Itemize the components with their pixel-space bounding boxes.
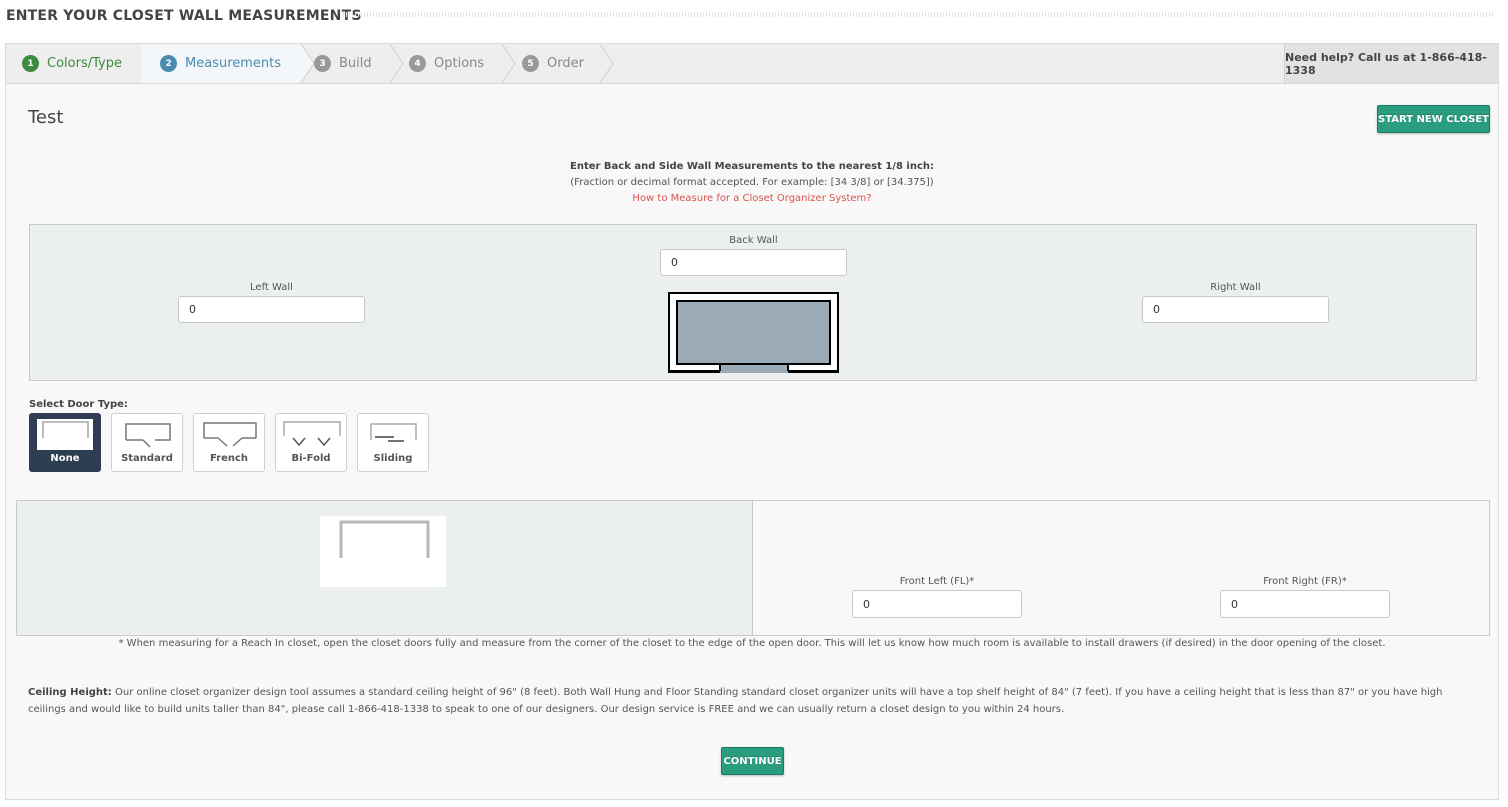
continue-button[interactable]: CONTINUE xyxy=(721,747,784,775)
door-option-label: Standard xyxy=(121,453,173,464)
back-wall-input[interactable] xyxy=(660,249,847,276)
closet-outline-icon xyxy=(339,520,430,558)
step-label: Measurements xyxy=(185,56,282,71)
door-option-label: None xyxy=(50,453,80,464)
closet-floorplan-icon xyxy=(668,292,839,373)
front-measurements-panel: Front Left (FL)* Front Right (FR)* xyxy=(16,500,1490,636)
step-label: Order xyxy=(547,56,584,71)
step-label: Build xyxy=(339,56,372,71)
chevron-right-icon xyxy=(600,44,614,83)
door-bifold-icon xyxy=(283,421,341,447)
wall-measurements-panel: Back Wall Left Wall Right Wall xyxy=(29,224,1477,381)
title-divider xyxy=(343,12,1494,17)
door-none-icon xyxy=(37,419,93,450)
step-options[interactable]: 4 Options xyxy=(409,44,484,83)
step-order[interactable]: 5 Order xyxy=(522,44,584,83)
door-option-label: Bi-Fold xyxy=(291,453,331,464)
door-option-label: French xyxy=(209,453,249,464)
front-right-input[interactable] xyxy=(1220,590,1390,618)
door-standard-icon xyxy=(125,423,171,448)
door-option-sliding[interactable]: Sliding xyxy=(357,413,429,472)
step-number: 3 xyxy=(314,55,331,72)
step-label: Colors/Type xyxy=(47,56,122,71)
door-option-french[interactable]: French xyxy=(193,413,265,472)
door-sliding-icon xyxy=(370,423,417,442)
door-preview-area xyxy=(17,501,753,635)
door-type-title: Select Door Type: xyxy=(29,399,128,410)
door-option-label: Sliding xyxy=(373,453,413,464)
door-preview xyxy=(320,516,446,587)
chevron-right-icon xyxy=(390,44,404,83)
measurements-panel: 1 Colors/Type 2 Measurements 3 Build 4 O… xyxy=(5,43,1499,800)
door-option-none[interactable]: None xyxy=(29,413,101,472)
start-new-closet-button[interactable]: START NEW CLOSET xyxy=(1377,105,1490,133)
door-french-icon xyxy=(203,422,257,447)
instructions-format: (Fraction or decimal format accepted. Fo… xyxy=(570,177,934,188)
step-number: 4 xyxy=(409,55,426,72)
right-wall-label: Right Wall xyxy=(1210,282,1261,293)
step-progress-bar: 1 Colors/Type 2 Measurements 3 Build 4 O… xyxy=(6,44,1498,84)
page-title: ENTER YOUR CLOSET WALL MEASUREMENTS xyxy=(6,8,362,24)
step-label: Options xyxy=(434,56,485,71)
ceiling-height-text: Our online closet organizer design tool … xyxy=(28,687,1443,715)
left-wall-input[interactable] xyxy=(178,296,365,323)
instructions-heading: Enter Back and Side Wall Measurements to… xyxy=(570,161,934,172)
chevron-right-icon xyxy=(301,44,315,83)
right-wall-input[interactable] xyxy=(1142,296,1329,323)
step-colors-type[interactable]: 1 Colors/Type xyxy=(22,44,122,83)
step-number: 1 xyxy=(22,55,39,72)
left-wall-label: Left Wall xyxy=(250,282,293,293)
back-wall-label: Back Wall xyxy=(729,235,778,246)
reach-in-note: * When measuring for a Reach In closet, … xyxy=(118,638,1386,649)
step-build[interactable]: 3 Build xyxy=(314,44,372,83)
step-number: 2 xyxy=(160,55,177,72)
door-option-standard[interactable]: Standard xyxy=(111,413,183,472)
closet-name: Test xyxy=(28,107,64,128)
help-phone-text: Need help? Call us at 1-866-418-1338 xyxy=(1284,44,1498,83)
chevron-right-icon xyxy=(502,44,516,83)
front-right-label: Front Right (FR)* xyxy=(1263,576,1347,587)
ceiling-height-info: Ceiling Height: Our online closet organi… xyxy=(28,684,1468,718)
door-option-bi-fold[interactable]: Bi-Fold xyxy=(275,413,347,472)
step-measurements[interactable]: 2 Measurements xyxy=(141,44,301,83)
front-left-label: Front Left (FL)* xyxy=(899,576,975,587)
step-number: 5 xyxy=(522,55,539,72)
ceiling-height-label: Ceiling Height: xyxy=(28,687,112,698)
how-to-measure-link[interactable]: How to Measure for a Closet Organizer Sy… xyxy=(6,193,1498,204)
front-left-input[interactable] xyxy=(852,590,1022,618)
